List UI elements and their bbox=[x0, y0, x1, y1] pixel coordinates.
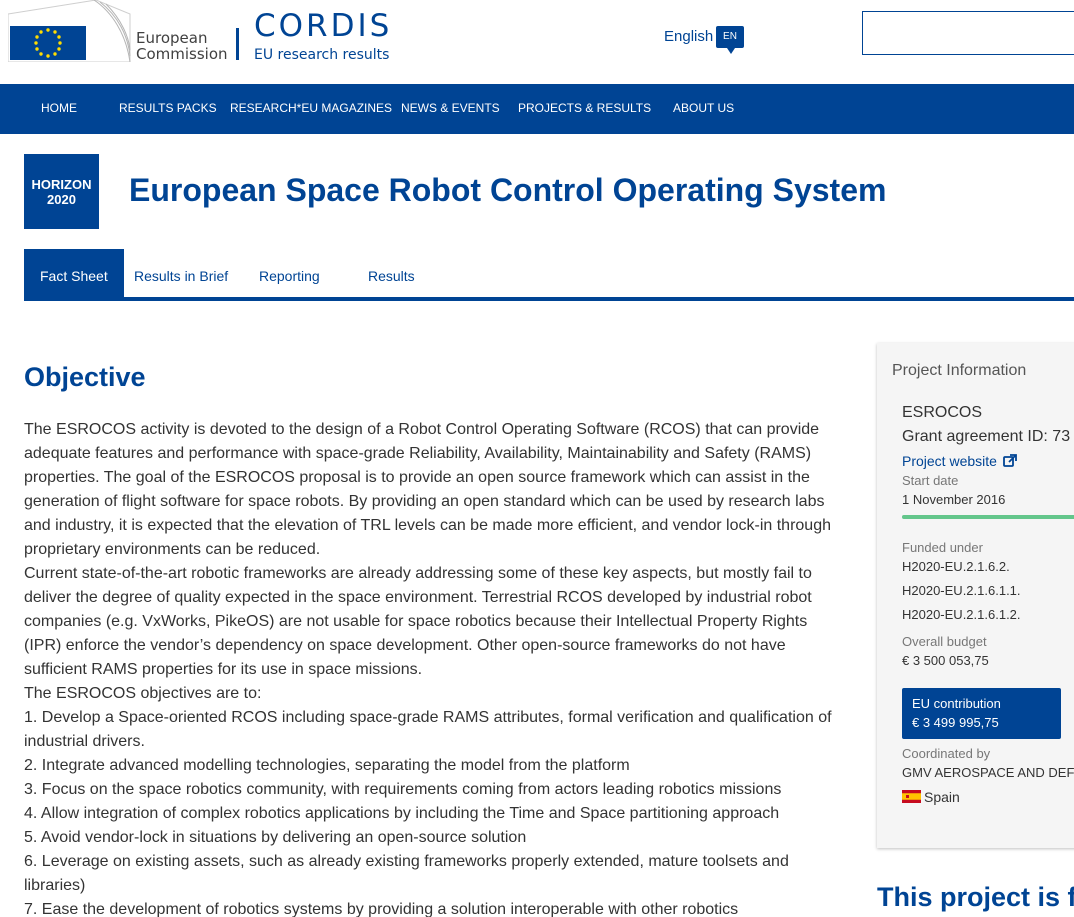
project-acronym: ESROCOS bbox=[902, 404, 983, 421]
spain-flag-icon bbox=[902, 790, 921, 803]
funded-under-label: Funded under bbox=[902, 540, 983, 555]
overall-budget-value: € 3 500 053,75 bbox=[902, 653, 989, 668]
objective-list-item: 2. Integrate advanced modelling technolo… bbox=[24, 757, 630, 774]
tab-reporting[interactable]: Reporting bbox=[259, 249, 320, 297]
tab-results[interactable]: Results bbox=[368, 249, 415, 297]
objective-list-item: 7. Ease the development of robotics syst… bbox=[24, 901, 739, 917]
objective-paragraph: Current state-of-the-art robotic framewo… bbox=[24, 565, 812, 678]
eu-contribution-value: € 3 499 995,75 bbox=[912, 715, 999, 730]
nav-item-projects-results[interactable]: PROJECTS & RESULTS bbox=[518, 84, 651, 134]
project-progress-fill bbox=[902, 515, 1074, 519]
project-progress-bar bbox=[902, 515, 1074, 519]
nav-item-news-events[interactable]: NEWS & EVENTS bbox=[401, 84, 500, 134]
nav-item-research-eu-magazines[interactable]: RESEARCH*EU MAGAZINES bbox=[230, 84, 392, 134]
eu-contribution-label: EU contribution bbox=[912, 696, 1001, 711]
objective-list-item: 3. Focus on the space robotics community… bbox=[24, 781, 782, 798]
nav-item-results-packs[interactable]: RESULTS PACKS bbox=[119, 84, 217, 134]
funded-under-item[interactable]: H2020-EU.2.1.6.2. bbox=[902, 559, 1010, 574]
main-navigation: HOME RESULTS PACKS RESEARCH*EU MAGAZINES… bbox=[0, 84, 1074, 134]
grant-agreement-id: Grant agreement ID: 73 bbox=[902, 428, 1071, 445]
horizon-2020-logo: HORIZON 2020 bbox=[24, 154, 99, 229]
horizon-logo-line1: HORIZON bbox=[31, 177, 92, 192]
objective-paragraph: The ESROCOS activity is devoted to the d… bbox=[24, 421, 831, 558]
logo-divider bbox=[236, 28, 239, 60]
objective-list-item: 5. Avoid vendor-lock in situations by de… bbox=[24, 829, 527, 846]
objective-text: The ESROCOS activity is devoted to the d… bbox=[24, 418, 848, 917]
tab-results-in-brief[interactable]: Results in Brief bbox=[134, 249, 228, 297]
start-date-value: 1 November 2016 bbox=[902, 492, 1006, 507]
site-header: European Commission CORDIS EU research r… bbox=[0, 0, 1074, 84]
language-selector[interactable]: English bbox=[664, 28, 713, 45]
section-heading-funding: This project is f bbox=[877, 882, 1074, 912]
objective-heading: Objective bbox=[24, 362, 146, 392]
horizon-logo-line2: 2020 bbox=[47, 192, 76, 207]
coordinator-country: Spain bbox=[924, 789, 960, 805]
project-website-label: Project website bbox=[902, 453, 997, 469]
objective-paragraph: The ESROCOS objectives are to: bbox=[24, 685, 262, 702]
project-information-heading: Project Information bbox=[892, 362, 1027, 379]
nav-item-home[interactable]: HOME bbox=[41, 84, 77, 134]
overall-budget-label: Overall budget bbox=[902, 634, 987, 649]
page-title: European Space Robot Control Operating S… bbox=[129, 172, 887, 208]
coordinated-by-label: Coordinated by bbox=[902, 746, 991, 761]
start-date-label: Start date bbox=[902, 473, 959, 488]
ec-logo-text-line2: Commission bbox=[136, 45, 228, 62]
objective-list-item: 6. Leverage on existing assets, such as … bbox=[24, 853, 789, 894]
nav-item-about-us[interactable]: ABOUT US bbox=[673, 84, 734, 134]
objective-list-item: 1. Develop a Space-oriented RCOS includi… bbox=[24, 709, 832, 750]
external-link-icon bbox=[1002, 454, 1017, 467]
project-information-panel: Project Information ESROCOS Grant agreem… bbox=[877, 343, 1074, 848]
eu-contribution-box: EU contribution € 3 499 995,75 bbox=[902, 688, 1061, 739]
european-commission-logo[interactable]: European Commission bbox=[8, 0, 230, 62]
tab-fact-sheet[interactable]: Fact Sheet bbox=[24, 249, 124, 297]
cordis-subtitle: EU research results bbox=[254, 47, 390, 63]
funded-under-item[interactable]: H2020-EU.2.1.6.1.1. bbox=[902, 583, 1021, 598]
coordinator-name[interactable]: GMV AEROSPACE AND DEF bbox=[902, 765, 1074, 780]
cordis-title[interactable]: CORDIS bbox=[254, 8, 392, 44]
objective-list-item: 4. Allow integration of complex robotics… bbox=[24, 805, 780, 822]
project-website-link[interactable]: Project website bbox=[902, 453, 1017, 469]
search-input[interactable] bbox=[862, 11, 1074, 55]
funded-under-item[interactable]: H2020-EU.2.1.6.1.2. bbox=[902, 607, 1021, 622]
project-tabs: Fact Sheet Results in Brief Reporting Re… bbox=[24, 249, 1074, 301]
language-code-badge[interactable]: EN bbox=[716, 26, 744, 54]
